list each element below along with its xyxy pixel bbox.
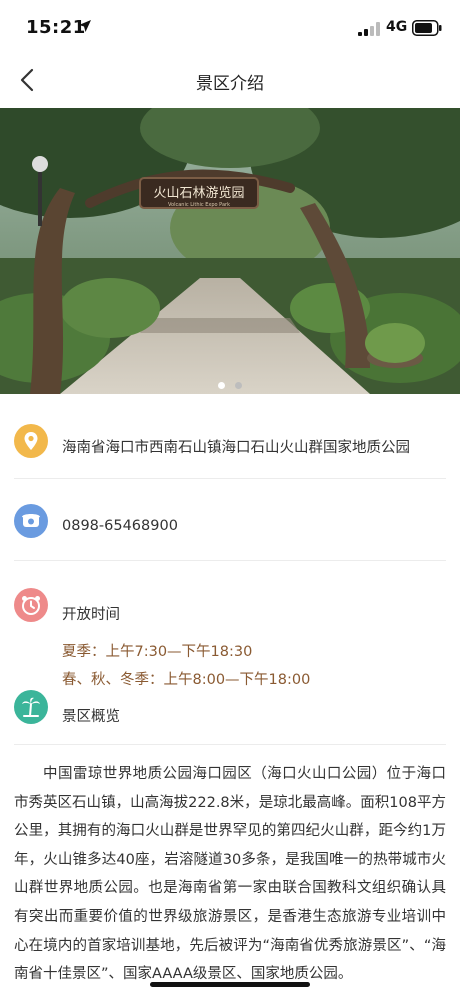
- address-text: 海南省海口市西南石山镇海口石山火山群国家地质公园: [62, 440, 410, 456]
- alarm-clock-icon: [14, 588, 48, 622]
- divider: [14, 560, 446, 561]
- palm-tree-icon: [14, 690, 48, 724]
- intro-paragraph: 中国雷琼世界地质公园海口园区（海口火山口公园）位于海口市秀英区石山镇，山高海拔2…: [14, 766, 446, 983]
- battery-icon: [412, 20, 442, 36]
- overview-row: 景区概览: [14, 690, 446, 730]
- divider: [14, 744, 446, 745]
- location-pin-icon: [14, 424, 48, 458]
- carousel-dot-2[interactable]: [235, 382, 242, 389]
- gate-sign-text: 火山石林游览园: [153, 185, 244, 201]
- nav-bar: 景区介绍: [0, 52, 460, 108]
- hero-image-carousel[interactable]: 火山石林游览园 Volcanic Lithic Expo Park: [0, 108, 460, 394]
- hours-label: 开放时间: [62, 607, 120, 623]
- phone-row[interactable]: 0898-65468900: [14, 504, 446, 544]
- divider: [14, 478, 446, 479]
- status-time: 15:21: [26, 17, 86, 38]
- carousel-indicator: [0, 374, 460, 389]
- hero-image: 火山石林游览园 Volcanic Lithic Expo Park: [0, 108, 460, 394]
- network-type: 4G: [386, 19, 408, 35]
- hours-other-seasons: 春、秋、冬季：上午8:00—下午18:00: [62, 672, 311, 688]
- page-title: 景区介绍: [196, 74, 264, 94]
- signal-icon: [358, 22, 380, 36]
- carousel-dot-1[interactable]: [218, 382, 225, 389]
- status-bar: 15:21 4G: [0, 0, 460, 52]
- phone-text[interactable]: 0898-65468900: [62, 518, 178, 534]
- telephone-icon: [14, 504, 48, 538]
- address-row[interactable]: 海南省海口市西南石山镇海口石山火山群国家地质公园: [14, 422, 446, 462]
- hours-summer: 夏季：上午7:30—下午18:30: [62, 644, 253, 660]
- overview-label: 景区概览: [62, 709, 120, 725]
- location-arrow-icon: [79, 20, 91, 32]
- gate-sign-subtext: Volcanic Lithic Expo Park: [168, 202, 230, 208]
- hours-row: 开放时间: [14, 588, 446, 628]
- home-indicator[interactable]: [150, 982, 310, 987]
